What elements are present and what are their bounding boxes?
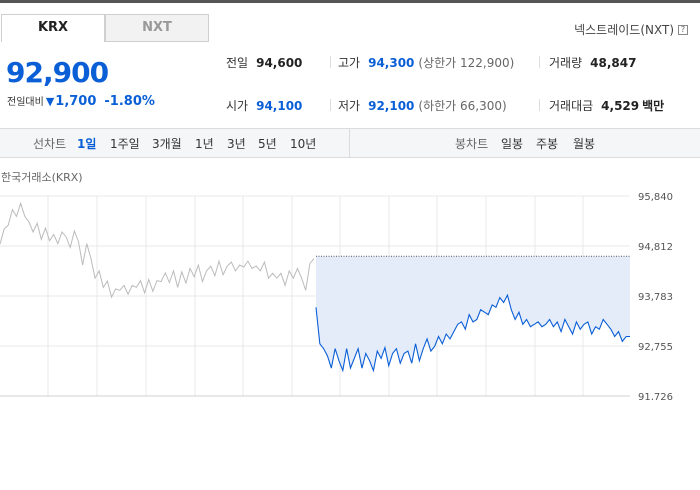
prev-day-line — [0, 201, 315, 299]
day-high: 고가 94,300 (상한가 122,900) — [338, 54, 514, 71]
divider — [330, 99, 331, 111]
period-bar: 선차트 1일 1주일 3개월 1년 3년 5년 10년 봉차트 일봉 주봉 월봉 — [0, 128, 700, 158]
change-label: 전일대비 — [7, 97, 44, 108]
upper-limit: (상한가 122,900) — [418, 56, 515, 70]
open-price: 시가 94,100 — [226, 97, 302, 114]
change-amount: 1,700 — [55, 94, 97, 109]
y-tick-label: 91,726 — [638, 392, 673, 400]
price-chart: 95,840 94,812 93,783 92,755 91,726 — [0, 192, 673, 400]
open-label: 시가 — [226, 99, 249, 113]
volume: 거래량 48,847 — [549, 54, 636, 71]
period-divider — [349, 129, 350, 157]
tab-krx[interactable]: KRX — [1, 14, 105, 42]
y-tick-label: 94,812 — [638, 242, 673, 253]
down-arrow-icon: ▼ — [45, 95, 55, 108]
prev-close-value: 94,600 — [256, 56, 303, 70]
price-change: 전일대비 ▼ 1,700 -1.80% — [7, 93, 155, 109]
prev-close: 전일 94,600 — [226, 54, 302, 71]
lower-limit: (하한가 66,300) — [418, 99, 507, 113]
change-percent: -1.80% — [104, 94, 155, 109]
nextrade-link[interactable]: 넥스트레이드(NXT) ? — [574, 21, 688, 38]
line-chart-label: 선차트 — [33, 137, 67, 151]
candle-daily[interactable]: 일봉 — [501, 135, 523, 152]
top-rule — [0, 0, 700, 3]
trade-amount-unit: 백만 — [642, 99, 665, 113]
high-label: 고가 — [338, 56, 361, 70]
high-value: 94,300 — [368, 56, 415, 70]
help-icon[interactable]: ? — [678, 24, 688, 35]
y-tick-label: 95,840 — [638, 192, 673, 203]
trade-amount-value: 4,529 — [601, 99, 640, 113]
y-tick-label: 92,755 — [638, 342, 673, 353]
nextrade-label: 넥스트레이드(NXT) — [574, 23, 674, 37]
volume-label: 거래량 — [549, 56, 583, 70]
period-1d[interactable]: 1일 — [77, 135, 96, 152]
period-10y[interactable]: 10년 — [290, 135, 316, 152]
divider — [539, 56, 540, 68]
trade-amount-label: 거래대금 — [549, 99, 594, 113]
period-1y[interactable]: 1년 — [195, 135, 214, 152]
current-price: 92,900 — [6, 56, 109, 89]
period-3y[interactable]: 3년 — [227, 135, 246, 152]
candle-weekly[interactable]: 주봉 — [536, 135, 558, 152]
trade-amount: 거래대금 4,529 백만 — [549, 97, 664, 114]
tab-nxt[interactable]: NXT — [105, 14, 209, 42]
candle-chart-label: 봉차트 — [455, 137, 489, 151]
y-tick-label: 93,783 — [638, 292, 673, 303]
divider — [330, 56, 331, 68]
period-3m[interactable]: 3개월 — [152, 135, 182, 152]
prev-close-label: 전일 — [226, 56, 249, 70]
open-value: 94,100 — [256, 99, 303, 113]
volume-value: 48,847 — [590, 56, 637, 70]
divider — [539, 99, 540, 111]
day-low: 저가 92,100 (하한가 66,300) — [338, 97, 507, 114]
period-5y[interactable]: 5년 — [258, 135, 277, 152]
period-1w[interactable]: 1주일 — [110, 135, 140, 152]
candle-monthly[interactable]: 월봉 — [573, 135, 595, 152]
low-label: 저가 — [338, 99, 361, 113]
low-value: 92,100 — [368, 99, 415, 113]
